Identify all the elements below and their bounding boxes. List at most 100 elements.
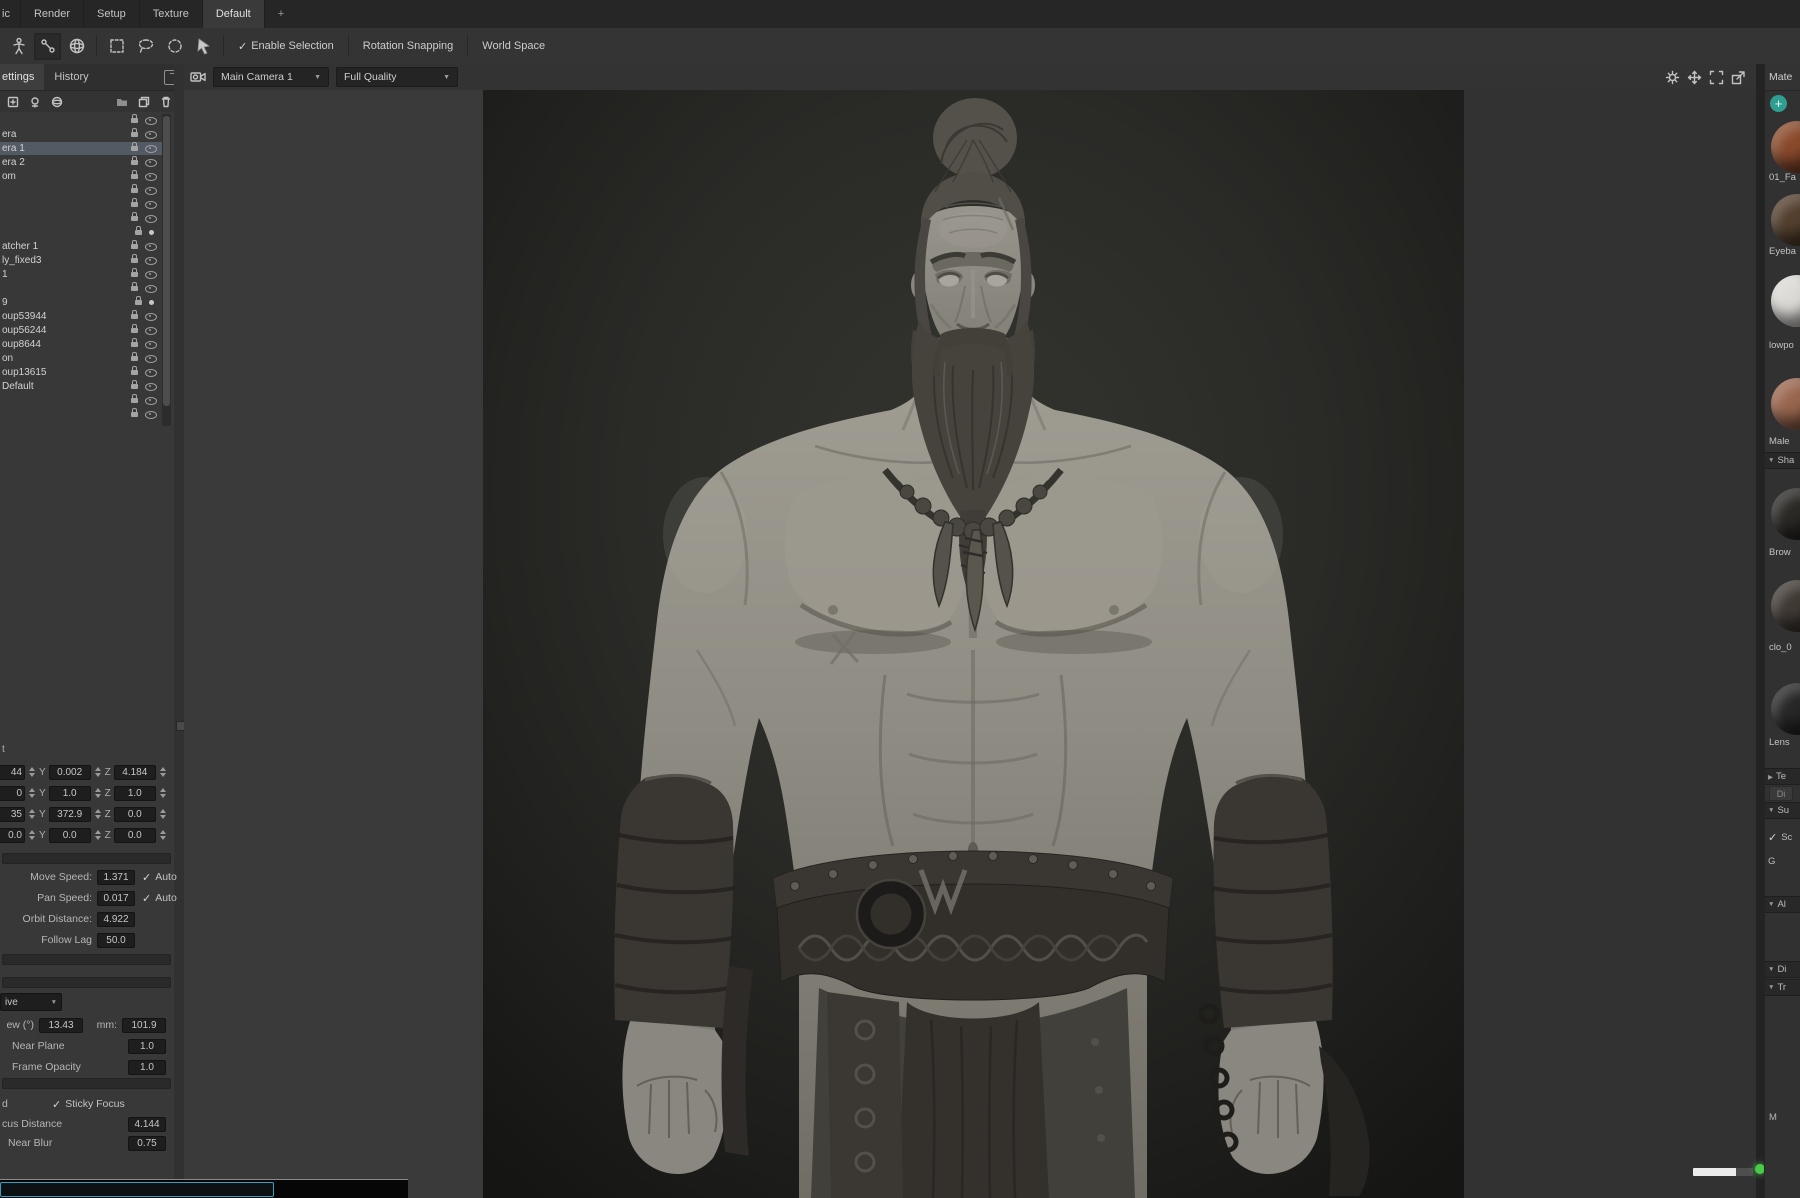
lock-icon[interactable]	[131, 156, 138, 165]
outliner-row[interactable]: 9	[0, 296, 162, 309]
lock-icon[interactable]	[131, 184, 138, 193]
near-plane-field[interactable]: 1.0	[128, 1038, 166, 1054]
material-swatch[interactable]	[1771, 378, 1800, 430]
lock-icon[interactable]	[131, 170, 138, 179]
frame-opacity-field[interactable]: 1.0	[128, 1059, 166, 1075]
lasso-select-icon[interactable]	[132, 33, 159, 60]
eye-icon[interactable]	[145, 284, 157, 293]
lock-icon[interactable]	[131, 240, 138, 249]
eye-icon[interactable]	[145, 144, 157, 153]
outliner-row[interactable]	[0, 282, 162, 295]
eye-icon[interactable]	[145, 214, 157, 223]
lock-icon[interactable]	[131, 268, 138, 277]
material-swatch[interactable]	[1771, 275, 1800, 327]
material-swatch[interactable]	[1771, 580, 1800, 632]
outliner-row[interactable]: oup8644	[0, 338, 162, 351]
outliner-row[interactable]: Default	[0, 380, 162, 393]
stepper-icon[interactable]	[28, 766, 36, 779]
marquee-select-icon[interactable]	[103, 33, 130, 60]
sticky-focus-checkbox[interactable]: Sticky Focus	[52, 1098, 125, 1111]
z-field[interactable]: 0.0	[113, 806, 156, 822]
viewport-margin-left[interactable]	[184, 90, 483, 1198]
eye-icon[interactable]	[145, 340, 157, 349]
cursor-select-icon[interactable]	[190, 33, 217, 60]
collapsed-section-bar[interactable]	[2, 1078, 171, 1089]
stepper-icon[interactable]	[159, 766, 167, 779]
pan-auto-checkbox[interactable]: Auto	[142, 892, 177, 905]
stepper-icon[interactable]	[28, 808, 36, 821]
lock-icon[interactable]	[131, 394, 138, 403]
section-header-subsurface[interactable]: Su	[1765, 802, 1800, 819]
scrollbar-thumb[interactable]	[163, 116, 170, 406]
collapsed-section-bar[interactable]	[2, 977, 171, 988]
add-sphere-icon[interactable]	[48, 93, 65, 110]
outliner-row[interactable]	[0, 114, 162, 127]
enable-selection-toggle[interactable]: Enable Selection	[229, 34, 343, 58]
outliner-row[interactable]	[0, 212, 162, 225]
eye-icon[interactable]	[145, 242, 157, 251]
viewport-body[interactable]	[184, 90, 1756, 1198]
world-space-toggle[interactable]: World Space	[473, 34, 554, 58]
popout-window-icon[interactable]	[1731, 70, 1746, 85]
material-swatch[interactable]	[1771, 683, 1800, 735]
focus-distance-field[interactable]: 4.144	[128, 1116, 166, 1132]
lock-icon[interactable]	[131, 324, 138, 333]
viewport-margin-right[interactable]	[1464, 90, 1756, 1198]
tab-default[interactable]: Default	[202, 0, 265, 28]
outliner-row[interactable]: atcher 1	[0, 240, 162, 253]
x-field[interactable]: 0.0	[0, 827, 25, 843]
panel-resize-separator[interactable]	[1756, 64, 1764, 1198]
scatter-checkbox[interactable]: Sc	[1768, 831, 1792, 844]
lock-icon[interactable]	[131, 282, 138, 291]
gear-icon[interactable]	[1665, 70, 1680, 85]
rotation-snapping-toggle[interactable]: Rotation Snapping	[354, 34, 463, 58]
section-header-shader[interactable]: Sha	[1765, 452, 1800, 469]
lock-icon[interactable]	[131, 310, 138, 319]
y-field[interactable]: 372.9	[48, 806, 91, 822]
outliner-row[interactable]: 1	[0, 268, 162, 281]
duplicate-icon[interactable]	[135, 93, 152, 110]
outliner-row[interactable]	[0, 226, 162, 239]
add-light-icon[interactable]	[26, 93, 43, 110]
eye-icon[interactable]	[145, 382, 157, 391]
eye-icon[interactable]	[145, 172, 157, 181]
lock-icon[interactable]	[131, 212, 138, 221]
section-header-texture[interactable]: Te	[1765, 768, 1800, 785]
material-swatch[interactable]	[1771, 121, 1800, 173]
eye-icon[interactable]	[145, 396, 157, 405]
y-field[interactable]: 1.0	[48, 785, 91, 801]
outliner-row[interactable]	[0, 408, 162, 421]
tab-settings[interactable]: ettings	[0, 64, 45, 90]
tab-texture[interactable]: Texture	[140, 0, 203, 28]
sphere-tool-icon[interactable]	[63, 33, 90, 60]
y-field[interactable]: 0.002	[48, 764, 91, 780]
stepper-icon[interactable]	[159, 808, 167, 821]
outliner-row[interactable]: on	[0, 352, 162, 365]
move-speed-field[interactable]: 1.371	[97, 869, 135, 885]
outliner-row-selected[interactable]: era 1	[0, 142, 162, 155]
z-field[interactable]: 4.184	[113, 764, 156, 780]
outliner-row[interactable]: oup13615	[0, 366, 162, 379]
active-task-button[interactable]	[0, 1182, 274, 1197]
lock-icon[interactable]	[131, 380, 138, 389]
eye-icon[interactable]	[145, 256, 157, 265]
tab-render[interactable]: Render	[21, 0, 85, 28]
gloss-checkbox[interactable]: G	[1768, 856, 1775, 867]
stepper-icon[interactable]	[28, 829, 36, 842]
outliner-row[interactable]: oup53944	[0, 310, 162, 323]
barbarian-model[interactable]	[483, 90, 1464, 1198]
eye-icon[interactable]	[145, 410, 157, 419]
eye-icon[interactable]	[145, 130, 157, 139]
camera-select-dropdown[interactable]: Main Camera 1	[213, 67, 329, 87]
mm-field[interactable]: 101.9	[122, 1017, 166, 1033]
orbit-distance-field[interactable]: 4.922	[97, 911, 135, 927]
stepper-icon[interactable]	[94, 829, 102, 842]
x-field[interactable]: 35	[0, 806, 25, 822]
eye-icon[interactable]	[145, 200, 157, 209]
lock-icon[interactable]	[131, 114, 138, 123]
rig-tool-icon[interactable]	[5, 33, 32, 60]
projection-dropdown[interactable]: ive	[0, 993, 62, 1011]
pan-speed-field[interactable]: 0.017	[97, 890, 135, 906]
material-swatch[interactable]	[1771, 194, 1800, 246]
add-material-button[interactable]: +	[1770, 95, 1787, 112]
